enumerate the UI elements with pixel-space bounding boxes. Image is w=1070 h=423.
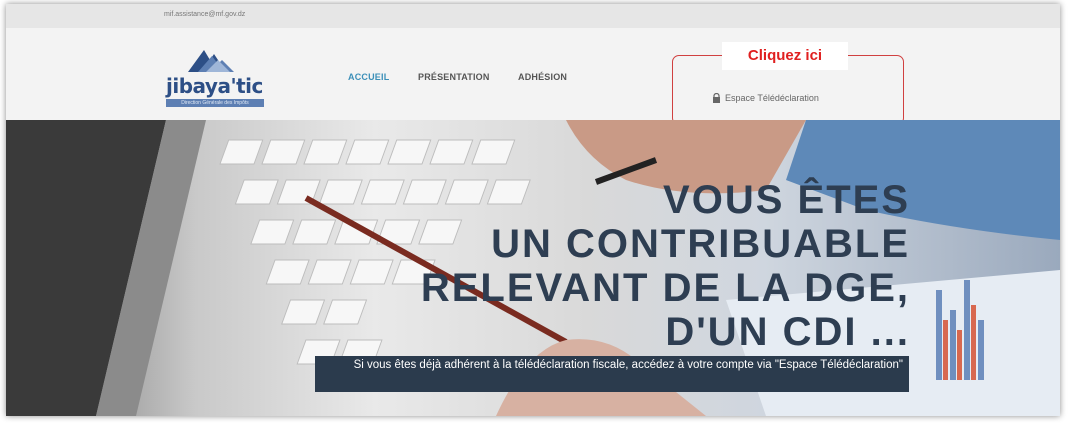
nav-presentation[interactable]: PRÉSENTATION <box>418 72 490 82</box>
navbar: jibaya'tic Direction Générale des Impôts… <box>6 28 1060 125</box>
headline-line-2: UN CONTRIBUABLE <box>491 222 910 266</box>
hero-banner: VOUS ÊTES UN CONTRIBUABLE RELEVANT DE LA… <box>6 120 1060 416</box>
browser-frame: mif.assistance@mf.gov.dz jibaya'tic Dire… <box>6 4 1060 416</box>
headline-line-3: RELEVANT DE LA DGE, <box>420 266 910 310</box>
nav-accueil[interactable]: ACCUEIL <box>348 72 389 82</box>
headline-line-1: VOUS ÊTES <box>663 178 910 222</box>
logo-tagline: Direction Générale des Impôts <box>166 99 264 107</box>
callout-label: Cliquez ici <box>722 42 848 70</box>
lock-icon <box>713 93 720 103</box>
logo-name: jibaya'tic <box>166 74 263 98</box>
top-bar: mif.assistance@mf.gov.dz <box>6 4 1060 28</box>
espace-teledeclaration-link[interactable]: Espace Télédéclaration <box>712 93 819 103</box>
nav-adhesion[interactable]: ADHÉSION <box>518 72 567 82</box>
contact-email[interactable]: mif.assistance@mf.gov.dz <box>164 11 245 18</box>
hero-subtitle: Si vous êtes déjà adhérent à la télédécl… <box>315 356 909 392</box>
espace-label: Espace Télédéclaration <box>725 93 819 103</box>
site-logo[interactable]: jibaya'tic Direction Générale des Impôts <box>162 46 272 107</box>
mountain-logo-icon <box>188 50 234 72</box>
headline-line-4: D'UN CDI ... <box>665 310 910 354</box>
